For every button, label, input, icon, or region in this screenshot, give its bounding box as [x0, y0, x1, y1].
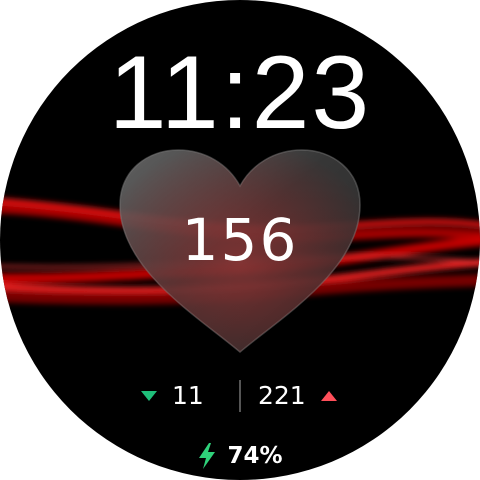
lightning-bolt-icon [199, 443, 216, 469]
max-heart-rate-value: 221 [258, 381, 306, 410]
max-heart-rate: 221 [258, 378, 338, 414]
battery-percentage: 74% [227, 443, 283, 469]
divider [239, 380, 241, 412]
triangle-up-icon [320, 391, 337, 401]
watch-face: 11:23 156 11 221 74% [0, 0, 480, 480]
min-heart-rate: 11 [140, 378, 204, 414]
triangle-down-icon [141, 391, 157, 401]
heart-rate-value: 156 [181, 206, 299, 274]
min-heart-rate-value: 11 [172, 381, 204, 410]
heart-rate-range: 11 221 [0, 378, 480, 414]
battery-status: 74% [0, 438, 480, 474]
